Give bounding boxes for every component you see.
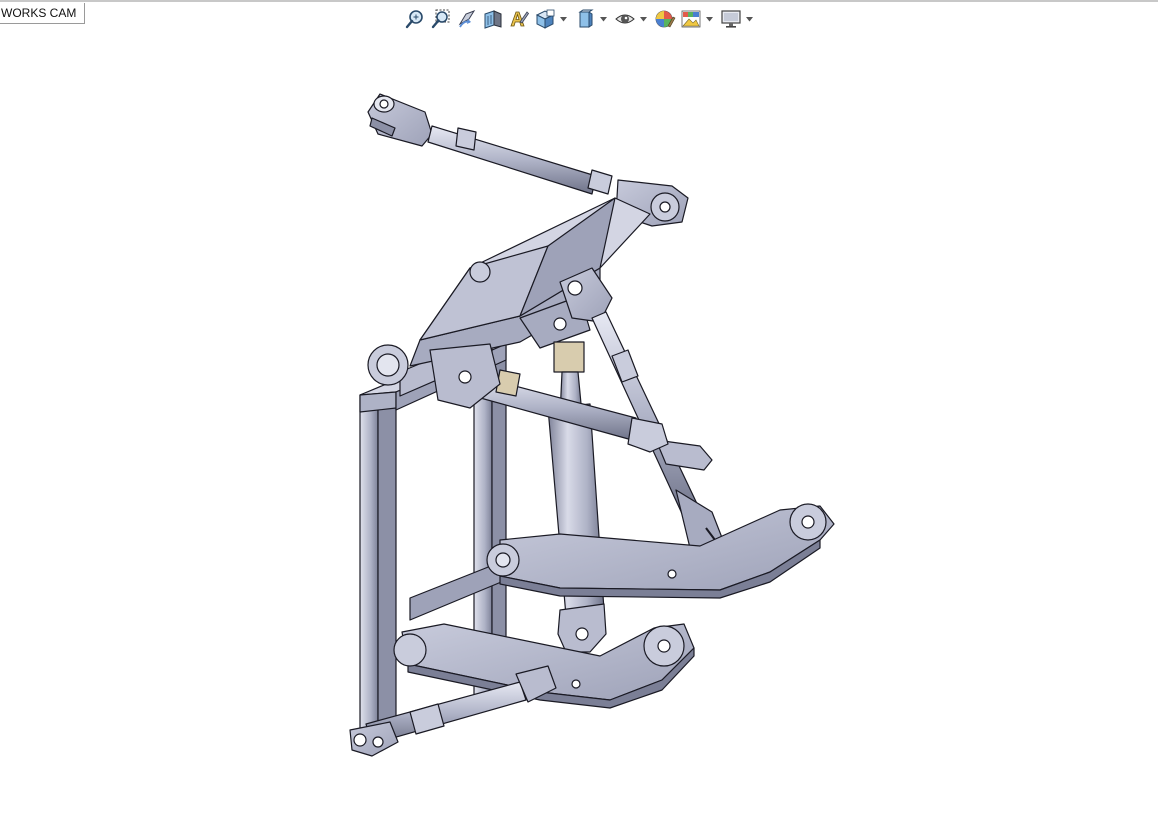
upper-lift-arm [486, 503, 835, 599]
chevron-down-icon [745, 16, 753, 21]
chevron-down-icon [705, 16, 713, 21]
cad-model-view[interactable] [0, 34, 1158, 820]
view-settings-dropdown[interactable] [744, 6, 754, 32]
edit-appearance-icon [655, 10, 676, 28]
apply-scene-icon [681, 10, 701, 28]
apply-scene-dropdown[interactable] [704, 6, 714, 32]
lower-lift-arm [393, 623, 695, 709]
view-settings-button[interactable] [718, 6, 744, 32]
edit-appearance-button[interactable] [652, 6, 678, 32]
window-top-border [0, 0, 1158, 2]
chevron-down-icon [599, 16, 607, 21]
zoom-to-fit-button[interactable] [402, 6, 428, 32]
display-style-button[interactable] [572, 6, 598, 32]
zoom-to-area-button[interactable] [428, 6, 454, 32]
apply-scene-button[interactable] [678, 6, 704, 32]
zoom-to-fit-icon [405, 10, 423, 29]
monitor-icon [721, 10, 741, 28]
hydraulic-cylinder [547, 341, 607, 653]
chevron-down-icon [639, 16, 647, 21]
hide-show-items-dropdown[interactable] [638, 6, 648, 32]
hide-show-items-icon [615, 14, 635, 24]
top-link [367, 93, 689, 227]
view-orientation-dropdown[interactable] [558, 6, 568, 32]
view-orientation-icon [535, 9, 555, 29]
heads-up-view-toolbar [402, 6, 758, 32]
view-orientation-button[interactable] [532, 6, 558, 32]
previous-view-icon [458, 10, 476, 28]
zoom-to-area-icon [431, 9, 450, 29]
dynamic-annotation-views-icon [510, 11, 530, 27]
section-view-icon [484, 10, 502, 29]
hide-show-items-button[interactable] [612, 6, 638, 32]
dynamic-annotation-views-button[interactable] [506, 6, 532, 32]
display-style-dropdown[interactable] [598, 6, 608, 32]
display-style-icon [578, 9, 594, 28]
section-view-button[interactable] [480, 6, 506, 32]
command-manager-tab[interactable]: WORKS CAM [0, 3, 86, 24]
hitch-assembly [349, 93, 835, 757]
previous-view-button[interactable] [454, 6, 480, 32]
graphics-viewport[interactable] [0, 34, 1158, 820]
chevron-down-icon [559, 16, 567, 21]
